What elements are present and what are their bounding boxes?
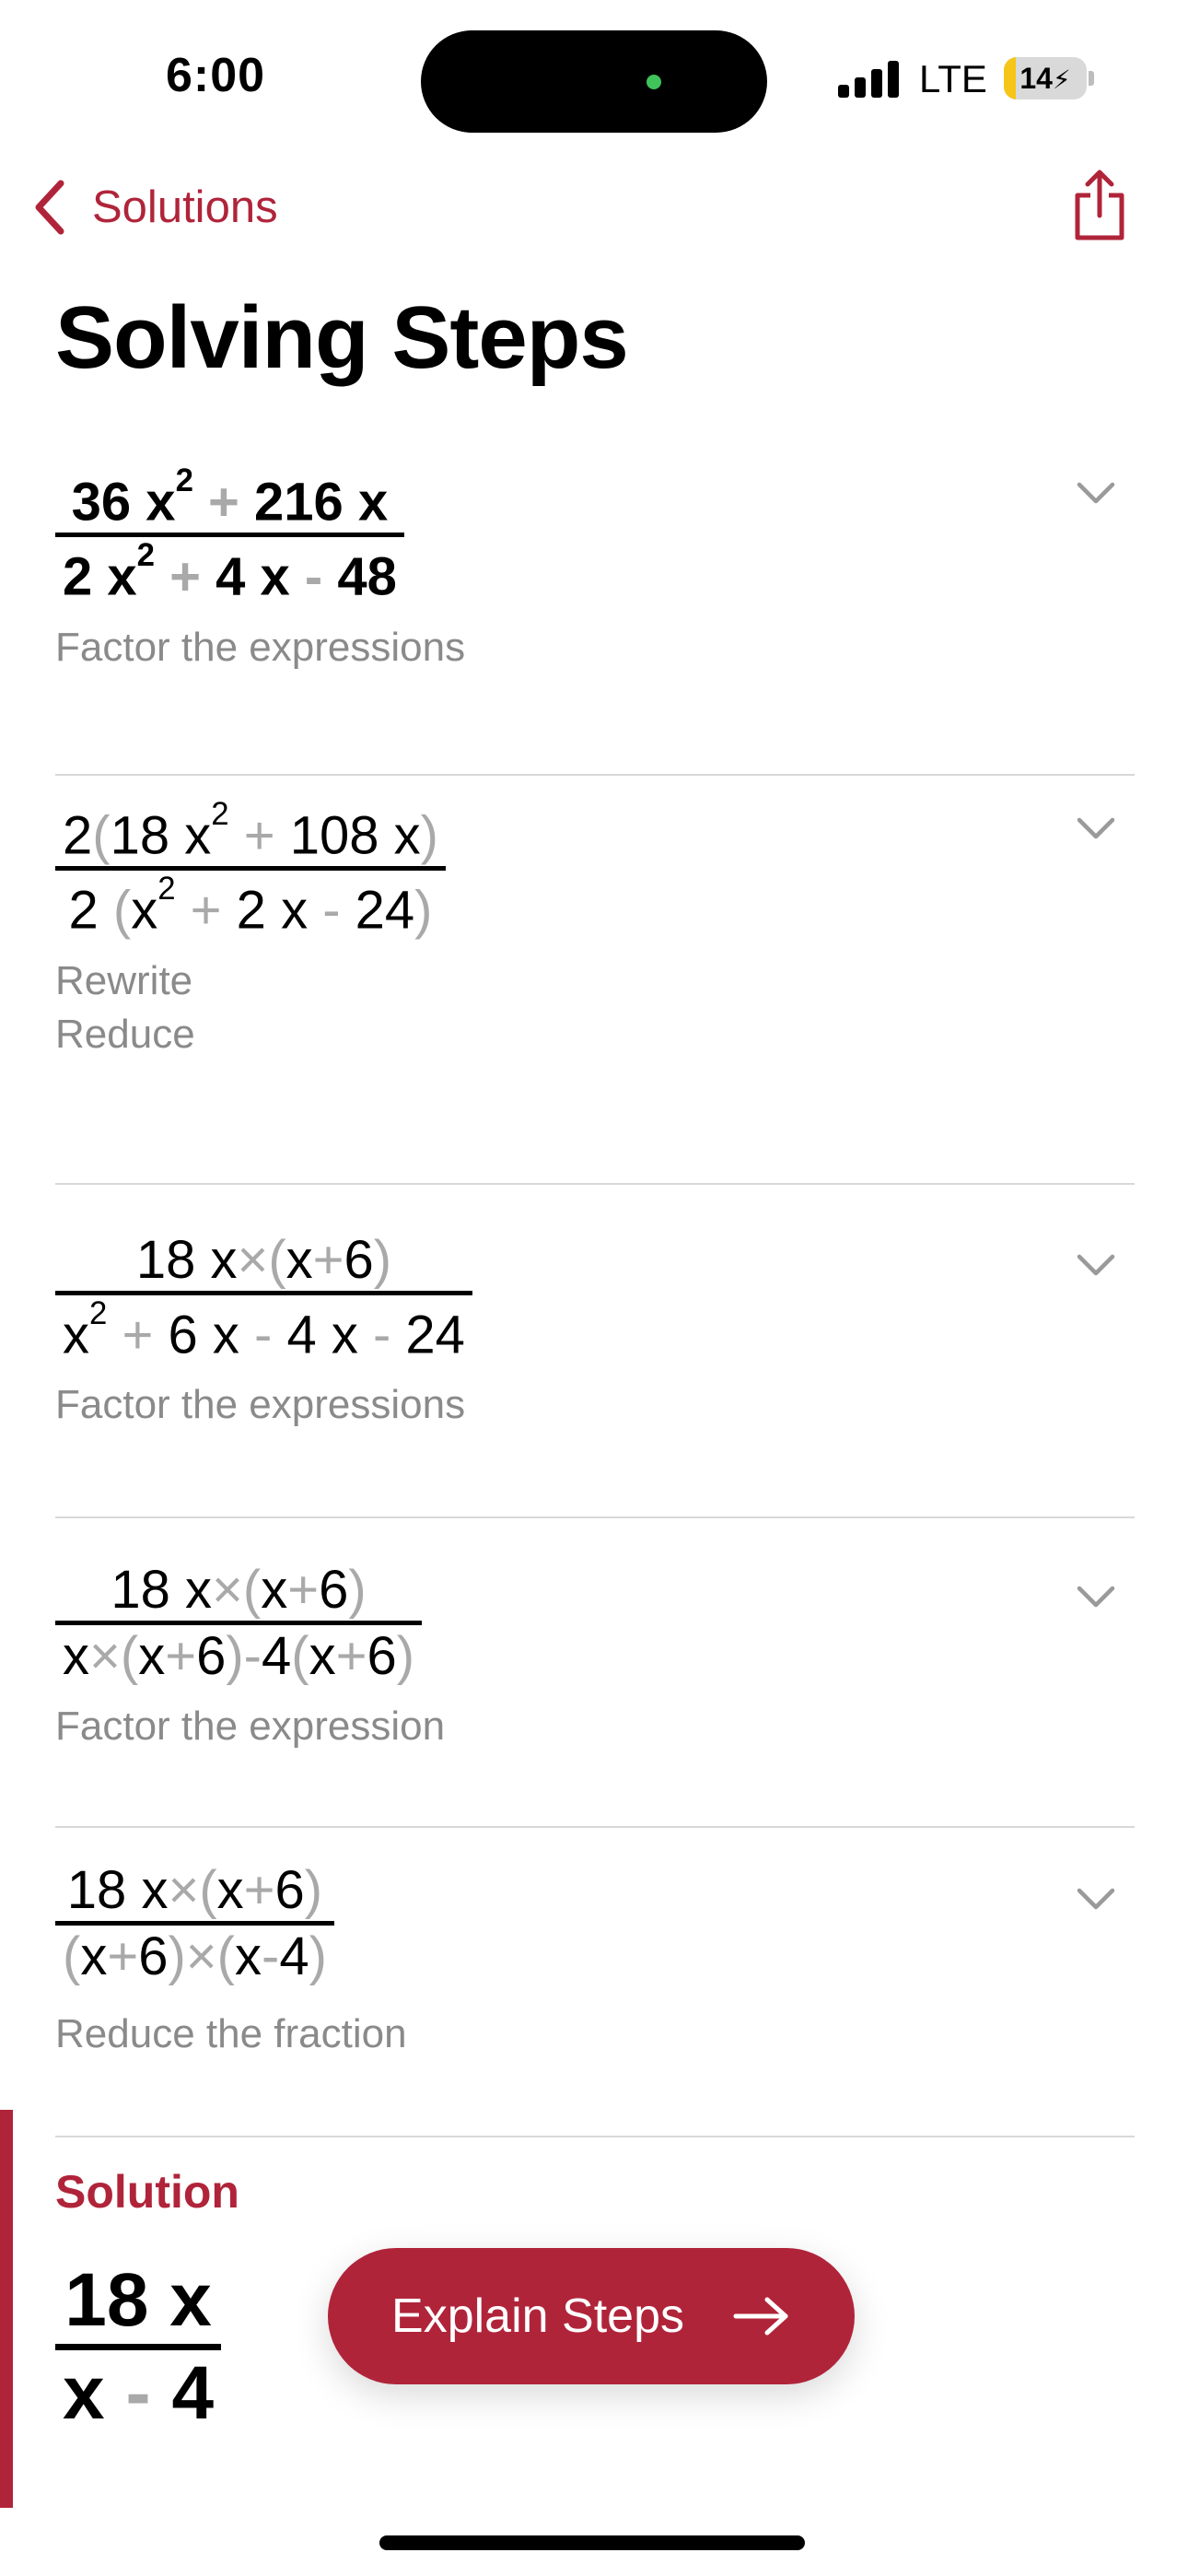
chevron-down-icon[interactable]	[1074, 814, 1118, 842]
network-type: LTE	[919, 57, 987, 100]
solution-label: Solution	[55, 2166, 239, 2218]
explain-steps-button[interactable]: Explain Steps	[328, 2248, 855, 2384]
step-expression: 36 x2 + 216 x 2 x2 + 4 x - 48	[55, 442, 1135, 608]
fraction-denominator: 2 (x2 + 2 x - 24)	[68, 871, 433, 941]
fraction: 18 x×(x+6) (x+6)×(x-4)	[55, 1859, 334, 1987]
step-description: Rewrite Reduce	[55, 957, 195, 1057]
fraction-numerator: 18 x×(x+6)	[55, 1859, 334, 1926]
chevron-down-icon[interactable]	[1074, 1251, 1118, 1279]
fraction-numerator: 18 x×(x+6)	[55, 1229, 472, 1295]
fraction: 18 x×(x+6) x2 + 6 x - 4 x - 24	[55, 1229, 472, 1365]
fraction-denominator: x×(x+6)-4(x+6)	[63, 1626, 415, 1686]
step-item[interactable]: 18 x×(x+6) x2 + 6 x - 4 x - 24 Factor th…	[55, 1185, 1135, 1518]
back-button[interactable]: Solutions	[33, 180, 278, 235]
status-time: 6:00	[166, 49, 266, 102]
cellular-signal-icon	[838, 61, 901, 98]
step-item[interactable]: 18 x×(x+6) (x+6)×(x-4) Reduce the fracti…	[55, 1828, 1135, 2137]
step-expression: 2(18 x2 + 108 x) 2 (x2 + 2 x - 24)	[55, 776, 1135, 942]
chevron-left-icon	[35, 180, 64, 235]
page-title: Solving Steps	[55, 288, 629, 387]
fraction: 18 x×(x+6) x×(x+6)-4(x+6)	[55, 1559, 423, 1687]
battery-icon: 14⚡	[1004, 57, 1087, 100]
battery-level: 14⚡	[1019, 62, 1071, 95]
chevron-down-icon[interactable]	[1074, 1583, 1118, 1610]
fraction-denominator: x2 + 6 x - 4 x - 24	[63, 1295, 465, 1365]
solution-accent-bar	[0, 2110, 13, 2508]
fraction: 18 x x - 4	[55, 2257, 222, 2437]
fraction-denominator: x - 4	[63, 2351, 215, 2435]
step-expression: 18 x×(x+6) (x+6)×(x-4)	[55, 1828, 1135, 1987]
fraction-numerator: 36 x2 + 216 x	[55, 463, 404, 538]
step-description: Factor the expressions	[55, 1382, 466, 1428]
explain-steps-label: Explain Steps	[391, 2289, 684, 2343]
fraction-numerator: 18 x×(x+6)	[55, 1559, 423, 1625]
fraction-numerator: 2(18 x2 + 108 x)	[55, 796, 446, 872]
fraction: 36 x2 + 216 x 2 x2 + 4 x - 48	[55, 463, 404, 608]
fraction-denominator: (x+6)×(x-4)	[63, 1926, 327, 1986]
solution-expression: 18 x x - 4	[55, 2257, 222, 2437]
step-item[interactable]: 18 x×(x+6) x×(x+6)-4(x+6) Factor the exp…	[55, 1518, 1135, 1828]
step-item[interactable]: 36 x2 + 216 x 2 x2 + 4 x - 48 Factor the…	[55, 442, 1135, 776]
step-expression: 18 x×(x+6) x×(x+6)-4(x+6)	[55, 1518, 1135, 1687]
chevron-down-icon[interactable]	[1074, 1885, 1118, 1913]
step-description: Reduce the fraction	[55, 2011, 407, 2056]
steps-list: 36 x2 + 216 x 2 x2 + 4 x - 48 Factor the…	[55, 442, 1135, 2137]
home-indicator[interactable]	[379, 2535, 805, 2550]
chevron-down-icon[interactable]	[1074, 479, 1118, 507]
status-bar: 6:00 LTE 14⚡	[0, 0, 1188, 147]
arrow-right-icon	[733, 2297, 788, 2336]
dynamic-island	[421, 30, 767, 133]
fraction: 2(18 x2 + 108 x) 2 (x2 + 2 x - 24)	[55, 796, 446, 942]
share-icon[interactable]	[1072, 168, 1127, 243]
fraction-numerator: 18 x	[55, 2257, 222, 2350]
step-expression: 18 x×(x+6) x2 + 6 x - 4 x - 24	[55, 1185, 1135, 1365]
step-item[interactable]: 2(18 x2 + 108 x) 2 (x2 + 2 x - 24) Rewri…	[55, 776, 1135, 1185]
back-button-label: Solutions	[92, 182, 278, 232]
battery-cap	[1089, 71, 1094, 86]
fraction-denominator: 2 x2 + 4 x - 48	[63, 537, 397, 607]
camera-indicator-dot	[646, 75, 661, 89]
step-description: Factor the expression	[55, 1704, 446, 1749]
step-description: Factor the expressions	[55, 624, 466, 670]
